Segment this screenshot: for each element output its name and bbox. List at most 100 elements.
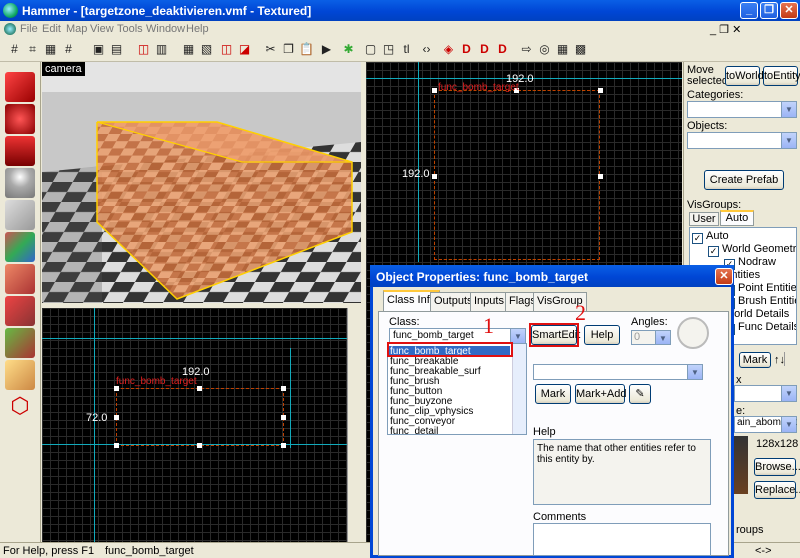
texture-lock-icon[interactable]: ▦ [180,41,197,58]
tree-item[interactable]: Auto [706,230,729,242]
resize-handle[interactable] [598,88,603,93]
block-tool-icon[interactable] [5,200,35,230]
hide-icon[interactable]: ▥ [153,41,170,58]
resize-handle[interactable] [197,386,202,391]
grid-icon[interactable]: # [6,41,23,58]
minimize-button[interactable]: _ [740,2,758,19]
decal-tool-icon[interactable] [5,296,35,326]
tab-inputs[interactable]: Inputs [470,292,508,311]
value-dropdown[interactable]: ▼ [533,364,703,380]
vertex-tool-icon[interactable]: ⬡ [5,392,35,422]
paste-icon[interactable]: 📋 [298,41,315,58]
cut-icon[interactable]: ✂ [262,41,279,58]
resize-handle[interactable] [197,443,202,448]
selection-box[interactable] [116,388,284,446]
angle-dial-icon[interactable] [677,317,709,349]
tab-user[interactable]: User [689,212,719,226]
resize-handle[interactable] [432,88,437,93]
brush-icon[interactable]: ◳ [380,41,397,58]
tab-auto[interactable]: Auto [720,210,754,226]
selection-box[interactable] [434,90,600,260]
selection-tool-icon[interactable] [5,72,35,102]
list-item[interactable]: func_detail [390,426,438,434]
decal-icon[interactable]: ✱ [340,41,357,58]
up-arrow-icon[interactable]: ↑↓ [774,354,785,366]
mdi-min-button[interactable]: _ ❐ ✕ [710,23,741,36]
scrollbar[interactable] [347,308,361,542]
help-button[interactable]: Help [584,325,620,345]
grid-toggle-icon[interactable]: # [60,41,77,58]
show-helpers-icon[interactable]: D [458,41,475,58]
entity-report-icon[interactable]: ◈ [440,41,457,58]
menu-map[interactable]: Map [66,23,87,35]
resize-handle[interactable] [281,443,286,448]
maximize-button[interactable]: ❐ [760,2,778,19]
camera-tool-icon[interactable] [5,136,35,166]
menu-edit[interactable]: Edit [42,23,61,35]
radius-cull-icon[interactable]: ⇨ [518,41,535,58]
camera-viewport[interactable]: camera [42,62,361,303]
carve-icon[interactable]: ▣ [90,41,107,58]
angles-input[interactable]: 0 ▼ [631,330,671,345]
texture-dropdown[interactable]: ain_abombsit ▼ [734,416,797,433]
mark-add-button[interactable]: Mark+Add [575,384,626,404]
clipping-tool-icon[interactable] [5,360,35,390]
resize-handle[interactable] [432,174,437,179]
texture-app-icon[interactable]: tl [398,41,415,58]
tree-item[interactable]: Nodraw [738,256,776,268]
copy-icon[interactable]: ❐ [280,41,297,58]
resize-handle[interactable] [114,415,119,420]
menu-file[interactable]: File [20,23,38,35]
sphere-icon[interactable]: ◎ [536,41,553,58]
group-icon[interactable]: ▤ [108,41,125,58]
menu-help[interactable]: Help [186,23,209,35]
entity-icon[interactable]: ‹› [418,41,435,58]
texture-group-dropdown[interactable]: ▼ [734,385,797,402]
to-entity-button[interactable]: toEntity [763,66,800,86]
browse-button[interactable]: Browse... [754,458,800,476]
run-map-icon[interactable]: ▶ [318,41,335,58]
eyedropper-icon[interactable]: ✎ [629,384,651,404]
magnify-tool-icon[interactable] [5,104,35,134]
dialog-close-icon[interactable]: ✕ [715,268,733,285]
entity-tool-icon[interactable] [5,168,35,198]
status-arrows: <-> [755,545,772,557]
resize-handle[interactable] [598,174,603,179]
menu-tools[interactable]: Tools [117,23,143,35]
resize-handle[interactable] [281,386,286,391]
grid-snap-icon[interactable]: ▦ [554,41,571,58]
objects-dropdown[interactable]: ▼ [687,132,797,149]
tree-item[interactable]: Point Entities [738,282,796,294]
cordon-icon[interactable]: ◫ [218,41,235,58]
mark-button[interactable]: Mark [535,384,571,404]
to-world-button[interactable]: toWorld [725,66,764,86]
texture-tool-icon[interactable] [5,232,35,262]
show-decals-icon[interactable]: D [494,41,511,58]
tree-item[interactable]: Brush Entities [738,295,796,307]
grid-increase-icon[interactable]: ▦ [42,41,59,58]
tree-item[interactable]: World Geometry [722,243,796,255]
resize-handle[interactable] [114,443,119,448]
overlay-icon[interactable]: ◪ [236,41,253,58]
replace-button[interactable]: Replace... [754,481,800,499]
scrollbar[interactable] [784,352,797,366]
menu-window[interactable]: Window [146,23,185,35]
toggle-select-icon[interactable]: ▢ [362,41,379,58]
close-button[interactable]: ✕ [780,2,798,19]
resize-handle[interactable] [281,415,286,420]
show-models-icon[interactable]: D [476,41,493,58]
categories-dropdown[interactable]: ▼ [687,101,797,118]
to-world-icon[interactable]: ▧ [198,41,215,58]
comments-textarea[interactable] [533,523,711,556]
apply-texture-icon[interactable] [5,264,35,294]
grid-decrease-icon[interactable]: ⌗ [24,41,41,58]
mark-button[interactable]: Mark [739,352,771,368]
front-viewport[interactable]: 192.0 72.0 func_bomb_target [42,308,347,542]
tree-item[interactable]: Func Details [738,321,796,333]
overlay-tool-icon[interactable] [5,328,35,358]
list-scrollbar[interactable] [512,344,526,434]
ungroup-icon[interactable]: ◫ [135,41,152,58]
create-prefab-button[interactable]: Create Prefab [704,170,784,190]
hidden-icon[interactable]: ▩ [572,41,589,58]
menu-view[interactable]: View [90,23,114,35]
